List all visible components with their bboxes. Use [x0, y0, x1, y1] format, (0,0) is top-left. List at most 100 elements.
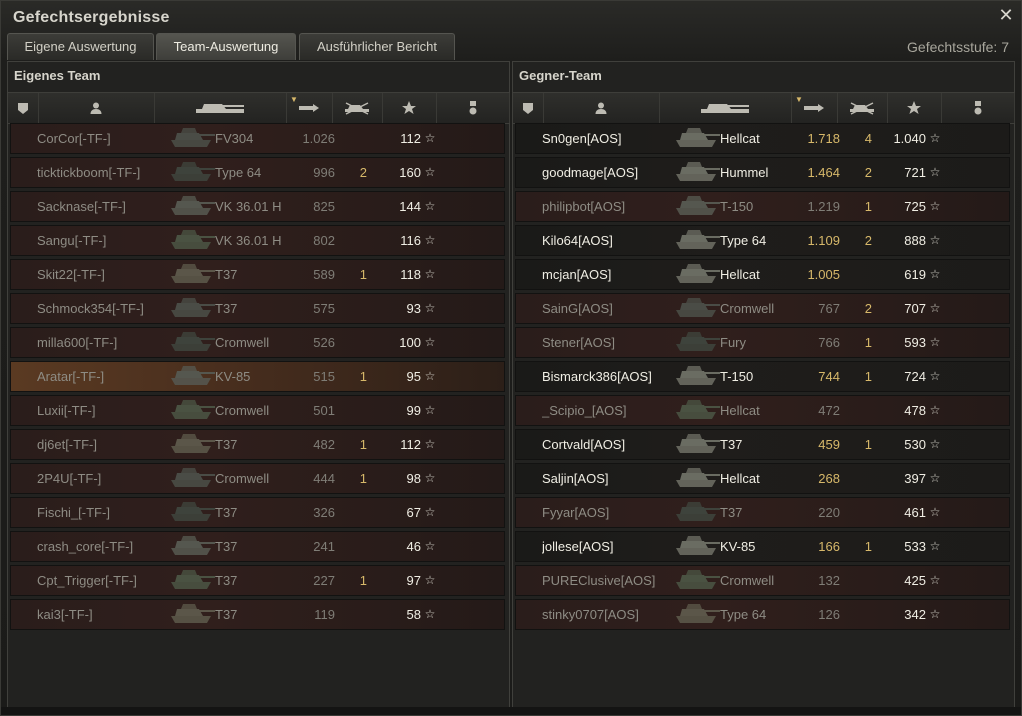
- damage-value: 1.464: [807, 165, 840, 180]
- close-icon[interactable]: ✕: [997, 6, 1015, 24]
- table-row[interactable]: Cpt_Trigger[-TF-] T37 227 1 97 ☆: [10, 565, 505, 596]
- header-player-icon[interactable]: [38, 93, 155, 123]
- header-tank-icon[interactable]: [154, 93, 287, 123]
- xp-star-icon: ☆: [929, 165, 941, 179]
- header-squad-icon[interactable]: [513, 93, 544, 123]
- tank-icon: [169, 328, 217, 357]
- player-name: Luxii[-TF-]: [37, 403, 96, 418]
- kills-icon: [345, 102, 369, 115]
- bottom-strip: [1, 707, 1021, 715]
- kills-value: [347, 532, 367, 561]
- damage-value: 227: [313, 573, 335, 588]
- damage-value: 444: [313, 471, 335, 486]
- tank-icon: [701, 104, 749, 113]
- table-row[interactable]: Fischi_[-TF-] T37 326 67 ☆: [10, 497, 505, 528]
- table-row[interactable]: Sn0gen[AOS] Hellcat 1.718 4 1.040 ☆: [515, 123, 1010, 154]
- table-row[interactable]: Fyyar[AOS] T37 220 461 ☆: [515, 497, 1010, 528]
- table-row[interactable]: Stener[AOS] Fury 766 1 593 ☆: [515, 327, 1010, 358]
- kills-icon: [850, 102, 874, 115]
- xp-star-icon: ☆: [929, 335, 941, 349]
- xp-star-icon: ☆: [929, 471, 941, 485]
- tank-icon: [169, 362, 217, 391]
- xp-star-icon: ☆: [929, 199, 941, 213]
- tank-icon: [169, 600, 217, 629]
- table-row[interactable]: PUREClusive[AOS] Cromwell 132 425 ☆: [515, 565, 1010, 596]
- header-player-icon[interactable]: [543, 93, 660, 123]
- table-row[interactable]: Sacknase[-TF-] VK 36.01 H 825 144 ☆: [10, 191, 505, 222]
- tank-name: Type 64: [720, 233, 767, 248]
- table-row[interactable]: SainG[AOS] Cromwell 767 2 707 ☆: [515, 293, 1010, 324]
- xp-star-icon: ☆: [424, 607, 436, 621]
- xp-star-icon: ☆: [424, 437, 436, 451]
- header-tank-icon[interactable]: [659, 93, 792, 123]
- header-xp-star-icon[interactable]: [887, 93, 942, 123]
- squad-icon: [523, 103, 533, 114]
- kills-value: [347, 328, 367, 357]
- xp-star-icon: ☆: [929, 233, 941, 247]
- tank-name: T-150: [720, 199, 754, 214]
- xp-value: 144: [399, 199, 421, 214]
- table-row[interactable]: goodmage[AOS] Hummel 1.464 2 721 ☆: [515, 157, 1010, 188]
- tank-icon: [674, 464, 722, 493]
- kills-value: [852, 396, 872, 425]
- kills-value: 2: [864, 233, 872, 248]
- table-row[interactable]: stinky0707[AOS] Type 64 126 342 ☆: [515, 599, 1010, 630]
- table-row[interactable]: Kilo64[AOS] Type 64 1.109 2 888 ☆: [515, 225, 1010, 256]
- tank-icon: [169, 396, 217, 425]
- own-team-panel: Eigenes Team ▼ CorCor[-TF-] FV304 1.026 112…: [7, 61, 510, 709]
- table-row[interactable]: crash_core[-TF-] T37 241 46 ☆: [10, 531, 505, 562]
- header-medal-icon[interactable]: [941, 93, 1015, 123]
- damage-value: 996: [313, 165, 335, 180]
- table-row[interactable]: Cortvald[AOS] T37 459 1 530 ☆: [515, 429, 1010, 460]
- header-kills-icon[interactable]: [837, 93, 888, 123]
- header-medal-icon[interactable]: [436, 93, 510, 123]
- damage-value: 501: [313, 403, 335, 418]
- xp-value: 425: [904, 573, 926, 588]
- table-row[interactable]: Sangu[-TF-] VK 36.01 H 802 116 ☆: [10, 225, 505, 256]
- tab-own-evaluation[interactable]: Eigene Auswertung: [7, 33, 154, 60]
- table-row[interactable]: jollese[AOS] KV-85 166 1 533 ☆: [515, 531, 1010, 562]
- player-icon: [90, 102, 102, 114]
- header-damage-icon[interactable]: ▼: [286, 93, 333, 123]
- table-row[interactable]: Aratar[-TF-] KV-85 515 1 95 ☆: [10, 361, 505, 392]
- xp-value: 724: [904, 369, 926, 384]
- header-xp-star-icon[interactable]: [382, 93, 437, 123]
- table-row[interactable]: Saljin[AOS] Hellcat 268 397 ☆: [515, 463, 1010, 494]
- tab-team-evaluation[interactable]: Team-Auswertung: [156, 33, 296, 60]
- kills-value: 2: [864, 301, 872, 316]
- own-team-title: Eigenes Team: [14, 68, 101, 83]
- damage-value: 1.109: [807, 233, 840, 248]
- xp-star-icon: [402, 101, 416, 114]
- kills-value: 1: [359, 267, 367, 282]
- tab-detailed-report[interactable]: Ausführlicher Bericht: [299, 33, 455, 60]
- header-squad-icon[interactable]: [8, 93, 39, 123]
- damage-value: 472: [818, 403, 840, 418]
- player-name: Kilo64[AOS]: [542, 233, 613, 248]
- table-row[interactable]: dj6et[-TF-] T37 482 1 112 ☆: [10, 429, 505, 460]
- table-row[interactable]: Luxii[-TF-] Cromwell 501 99 ☆: [10, 395, 505, 426]
- table-row[interactable]: Skit22[-TF-] T37 589 1 118 ☆: [10, 259, 505, 290]
- player-name: SainG[AOS]: [542, 301, 613, 316]
- xp-star-icon: ☆: [929, 539, 941, 553]
- table-row[interactable]: philipbot[AOS] T-150 1.219 1 725 ☆: [515, 191, 1010, 222]
- table-row[interactable]: kai3[-TF-] T37 119 58 ☆: [10, 599, 505, 630]
- header-kills-icon[interactable]: [332, 93, 383, 123]
- table-row[interactable]: _Scipio_[AOS] Hellcat 472 478 ☆: [515, 395, 1010, 426]
- table-row[interactable]: mcjan[AOS] Hellcat 1.005 619 ☆: [515, 259, 1010, 290]
- table-row[interactable]: Schmock354[-TF-] T37 575 93 ☆: [10, 293, 505, 324]
- xp-star-icon: ☆: [424, 233, 436, 247]
- xp-star-icon: ☆: [424, 369, 436, 383]
- table-row[interactable]: Bismarck386[AOS] T-150 744 1 724 ☆: [515, 361, 1010, 392]
- title-bar: Gefechtsergebnisse ✕: [1, 1, 1021, 33]
- xp-star-icon: ☆: [424, 199, 436, 213]
- table-row[interactable]: ticktickboom[-TF-] Type 64 996 2 160 ☆: [10, 157, 505, 188]
- xp-value: 478: [904, 403, 926, 418]
- tank-icon: [674, 498, 722, 527]
- table-row[interactable]: CorCor[-TF-] FV304 1.026 112 ☆: [10, 123, 505, 154]
- header-damage-icon[interactable]: ▼: [791, 93, 838, 123]
- tank-name: Fury: [720, 335, 746, 350]
- xp-star-icon: ☆: [929, 267, 941, 281]
- tank-icon: [169, 260, 217, 289]
- table-row[interactable]: 2P4U[-TF-] Cromwell 444 1 98 ☆: [10, 463, 505, 494]
- table-row[interactable]: milla600[-TF-] Cromwell 526 100 ☆: [10, 327, 505, 358]
